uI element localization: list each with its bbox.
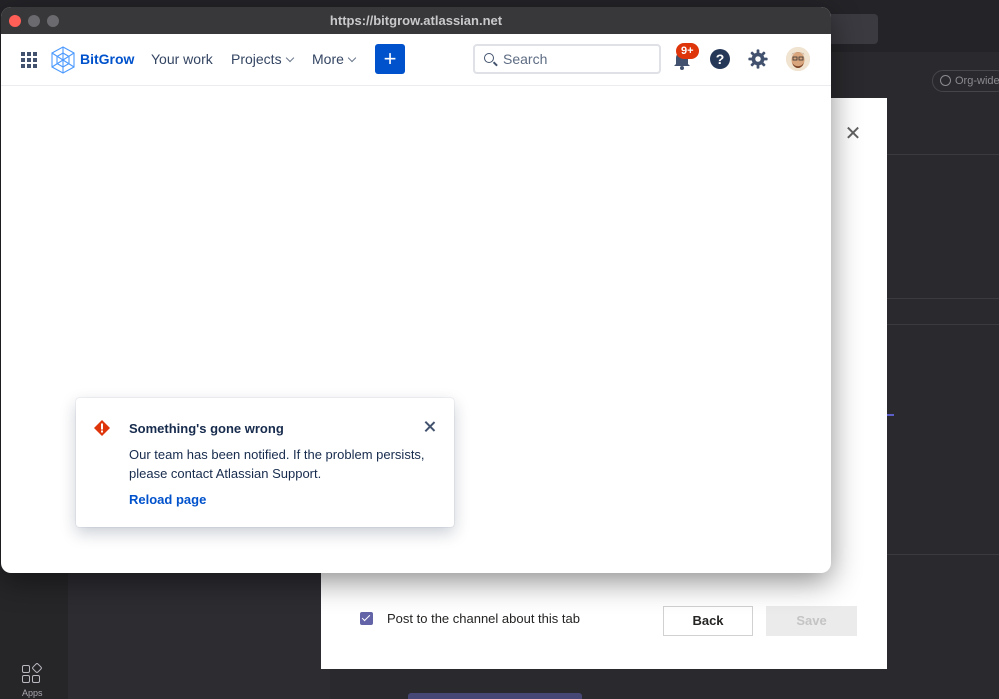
chevron-down-icon <box>347 53 357 63</box>
close-window-button[interactable] <box>9 15 21 27</box>
search-box[interactable] <box>473 44 661 74</box>
url-display: https://bitgrow.atlassian.net <box>329 13 503 28</box>
divider <box>887 554 999 555</box>
nav-your-work-label: Your work <box>151 51 213 67</box>
search-icon <box>484 53 494 63</box>
post-to-channel-label: Post to the channel about this tab <box>387 611 580 626</box>
nav-projects[interactable]: Projects <box>231 51 294 67</box>
org-wide-badge: Org-wide <box>932 70 999 92</box>
background-button[interactable] <box>408 693 582 699</box>
reload-page-link[interactable]: Reload page <box>129 492 206 507</box>
eye-icon <box>940 75 951 86</box>
minimize-window-button[interactable] <box>28 15 40 27</box>
app-switcher-icon[interactable] <box>21 52 37 68</box>
close-icon[interactable] <box>423 420 437 434</box>
bitgrow-logo-icon[interactable] <box>50 46 76 74</box>
apps-icon[interactable] <box>22 662 43 685</box>
post-to-channel-checkbox[interactable] <box>360 612 373 625</box>
user-avatar[interactable] <box>786 47 810 71</box>
top-navigation: BitGrow Your work Projects More + 9+ ? <box>1 34 831 86</box>
window-titlebar: https://bitgrow.atlassian.net <box>1 7 831 34</box>
notification-badge: 9+ <box>676 43 699 59</box>
divider <box>887 324 999 325</box>
nav-more-label: More <box>312 51 344 67</box>
avatar-face-icon <box>786 47 810 71</box>
chevron-down-icon <box>285 53 294 63</box>
nav-more[interactable]: More <box>312 51 357 67</box>
apps-label: Apps <box>22 688 43 698</box>
save-button: Save <box>766 606 857 636</box>
dialog-close-icon[interactable]: ✕ <box>843 124 863 144</box>
nav-your-work[interactable]: Your work <box>151 51 213 67</box>
help-icon[interactable]: ? <box>710 49 730 69</box>
back-button[interactable]: Back <box>663 606 753 636</box>
settings-gear-icon[interactable] <box>747 48 769 70</box>
maximize-window-button[interactable] <box>47 15 59 27</box>
create-button[interactable]: + <box>375 44 405 74</box>
divider <box>887 298 999 299</box>
divider <box>887 154 999 155</box>
nav-projects-label: Projects <box>231 51 282 67</box>
error-flag-message: Our team has been notified. If the probl… <box>129 447 425 481</box>
error-warning-icon <box>94 420 110 436</box>
org-wide-label: Org-wide <box>955 75 999 87</box>
error-flag-title: Something's gone wrong <box>129 421 284 436</box>
logo-text[interactable]: BitGrow <box>80 51 134 67</box>
search-input[interactable] <box>503 49 653 69</box>
